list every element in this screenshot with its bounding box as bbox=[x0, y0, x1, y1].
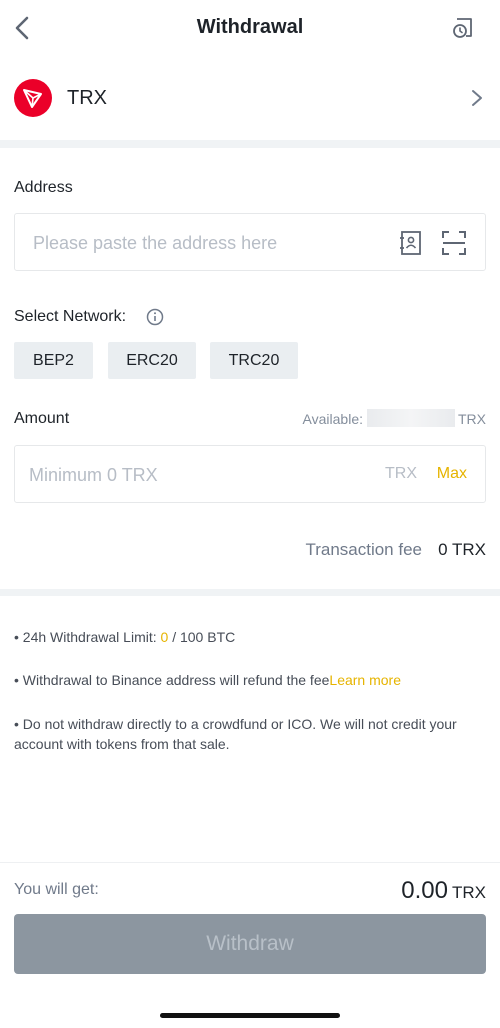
fee-value: 0 TRX bbox=[438, 540, 486, 559]
address-field bbox=[14, 213, 486, 271]
refund-text: • Withdrawal to Binance address will ref… bbox=[14, 672, 330, 688]
info-icon bbox=[146, 308, 164, 326]
header: Withdrawal bbox=[0, 0, 500, 56]
coin-name: TRX bbox=[67, 87, 107, 109]
available-unit: TRX bbox=[458, 411, 486, 427]
receive-label: You will get: bbox=[14, 881, 99, 898]
network-label: Select Network: bbox=[14, 308, 127, 325]
limit-prefix: • 24h Withdrawal Limit: bbox=[14, 629, 161, 645]
address-label: Address bbox=[14, 179, 73, 196]
note-warning: • Do not withdraw directly to a crowdfun… bbox=[14, 716, 457, 752]
history-icon bbox=[453, 18, 472, 38]
address-input[interactable] bbox=[33, 228, 393, 258]
available-balance: Available: TRX bbox=[303, 409, 486, 427]
receive-amount: 0.00 TRX bbox=[401, 877, 486, 905]
note-withdrawal-limit: • 24h Withdrawal Limit: 0 / 100 BTC bbox=[14, 627, 488, 647]
section-divider bbox=[0, 140, 500, 148]
learn-more-link[interactable]: Learn more bbox=[329, 672, 401, 688]
network-option-trc20[interactable]: TRC20 bbox=[210, 342, 298, 379]
max-button[interactable]: Max bbox=[437, 465, 467, 483]
amount-input[interactable] bbox=[29, 460, 329, 490]
tron-logo-icon bbox=[14, 79, 52, 117]
address-book-button[interactable] bbox=[399, 229, 423, 257]
scan-qr-icon bbox=[442, 231, 466, 255]
scan-button[interactable] bbox=[441, 230, 467, 256]
address-book-icon bbox=[400, 231, 421, 255]
withdraw-button[interactable]: Withdraw bbox=[14, 914, 486, 974]
network-option-erc20[interactable]: ERC20 bbox=[108, 342, 196, 379]
network-info-button[interactable] bbox=[146, 308, 164, 326]
chevron-right-icon bbox=[472, 90, 482, 106]
amount-label: Amount bbox=[14, 410, 70, 427]
footer-divider bbox=[0, 862, 500, 863]
available-value-hidden bbox=[367, 409, 455, 427]
amount-field: TRX Max bbox=[14, 445, 486, 503]
available-label: Available: bbox=[302, 411, 363, 427]
section-divider bbox=[0, 589, 500, 596]
history-button[interactable] bbox=[450, 16, 474, 40]
receive-amount-value: 0.00 bbox=[401, 877, 448, 904]
home-indicator bbox=[160, 1013, 340, 1018]
limit-suffix: / 100 BTC bbox=[168, 629, 236, 645]
coin-selector[interactable]: TRX bbox=[0, 70, 500, 126]
page-title: Withdrawal bbox=[196, 16, 304, 38]
receive-amount-unit: TRX bbox=[452, 883, 486, 902]
network-option-bep2[interactable]: BEP2 bbox=[14, 342, 93, 379]
fee-label: Transaction fee bbox=[305, 540, 422, 559]
amount-unit: TRX bbox=[385, 465, 417, 482]
note-refund: • Withdrawal to Binance address will ref… bbox=[14, 670, 488, 690]
